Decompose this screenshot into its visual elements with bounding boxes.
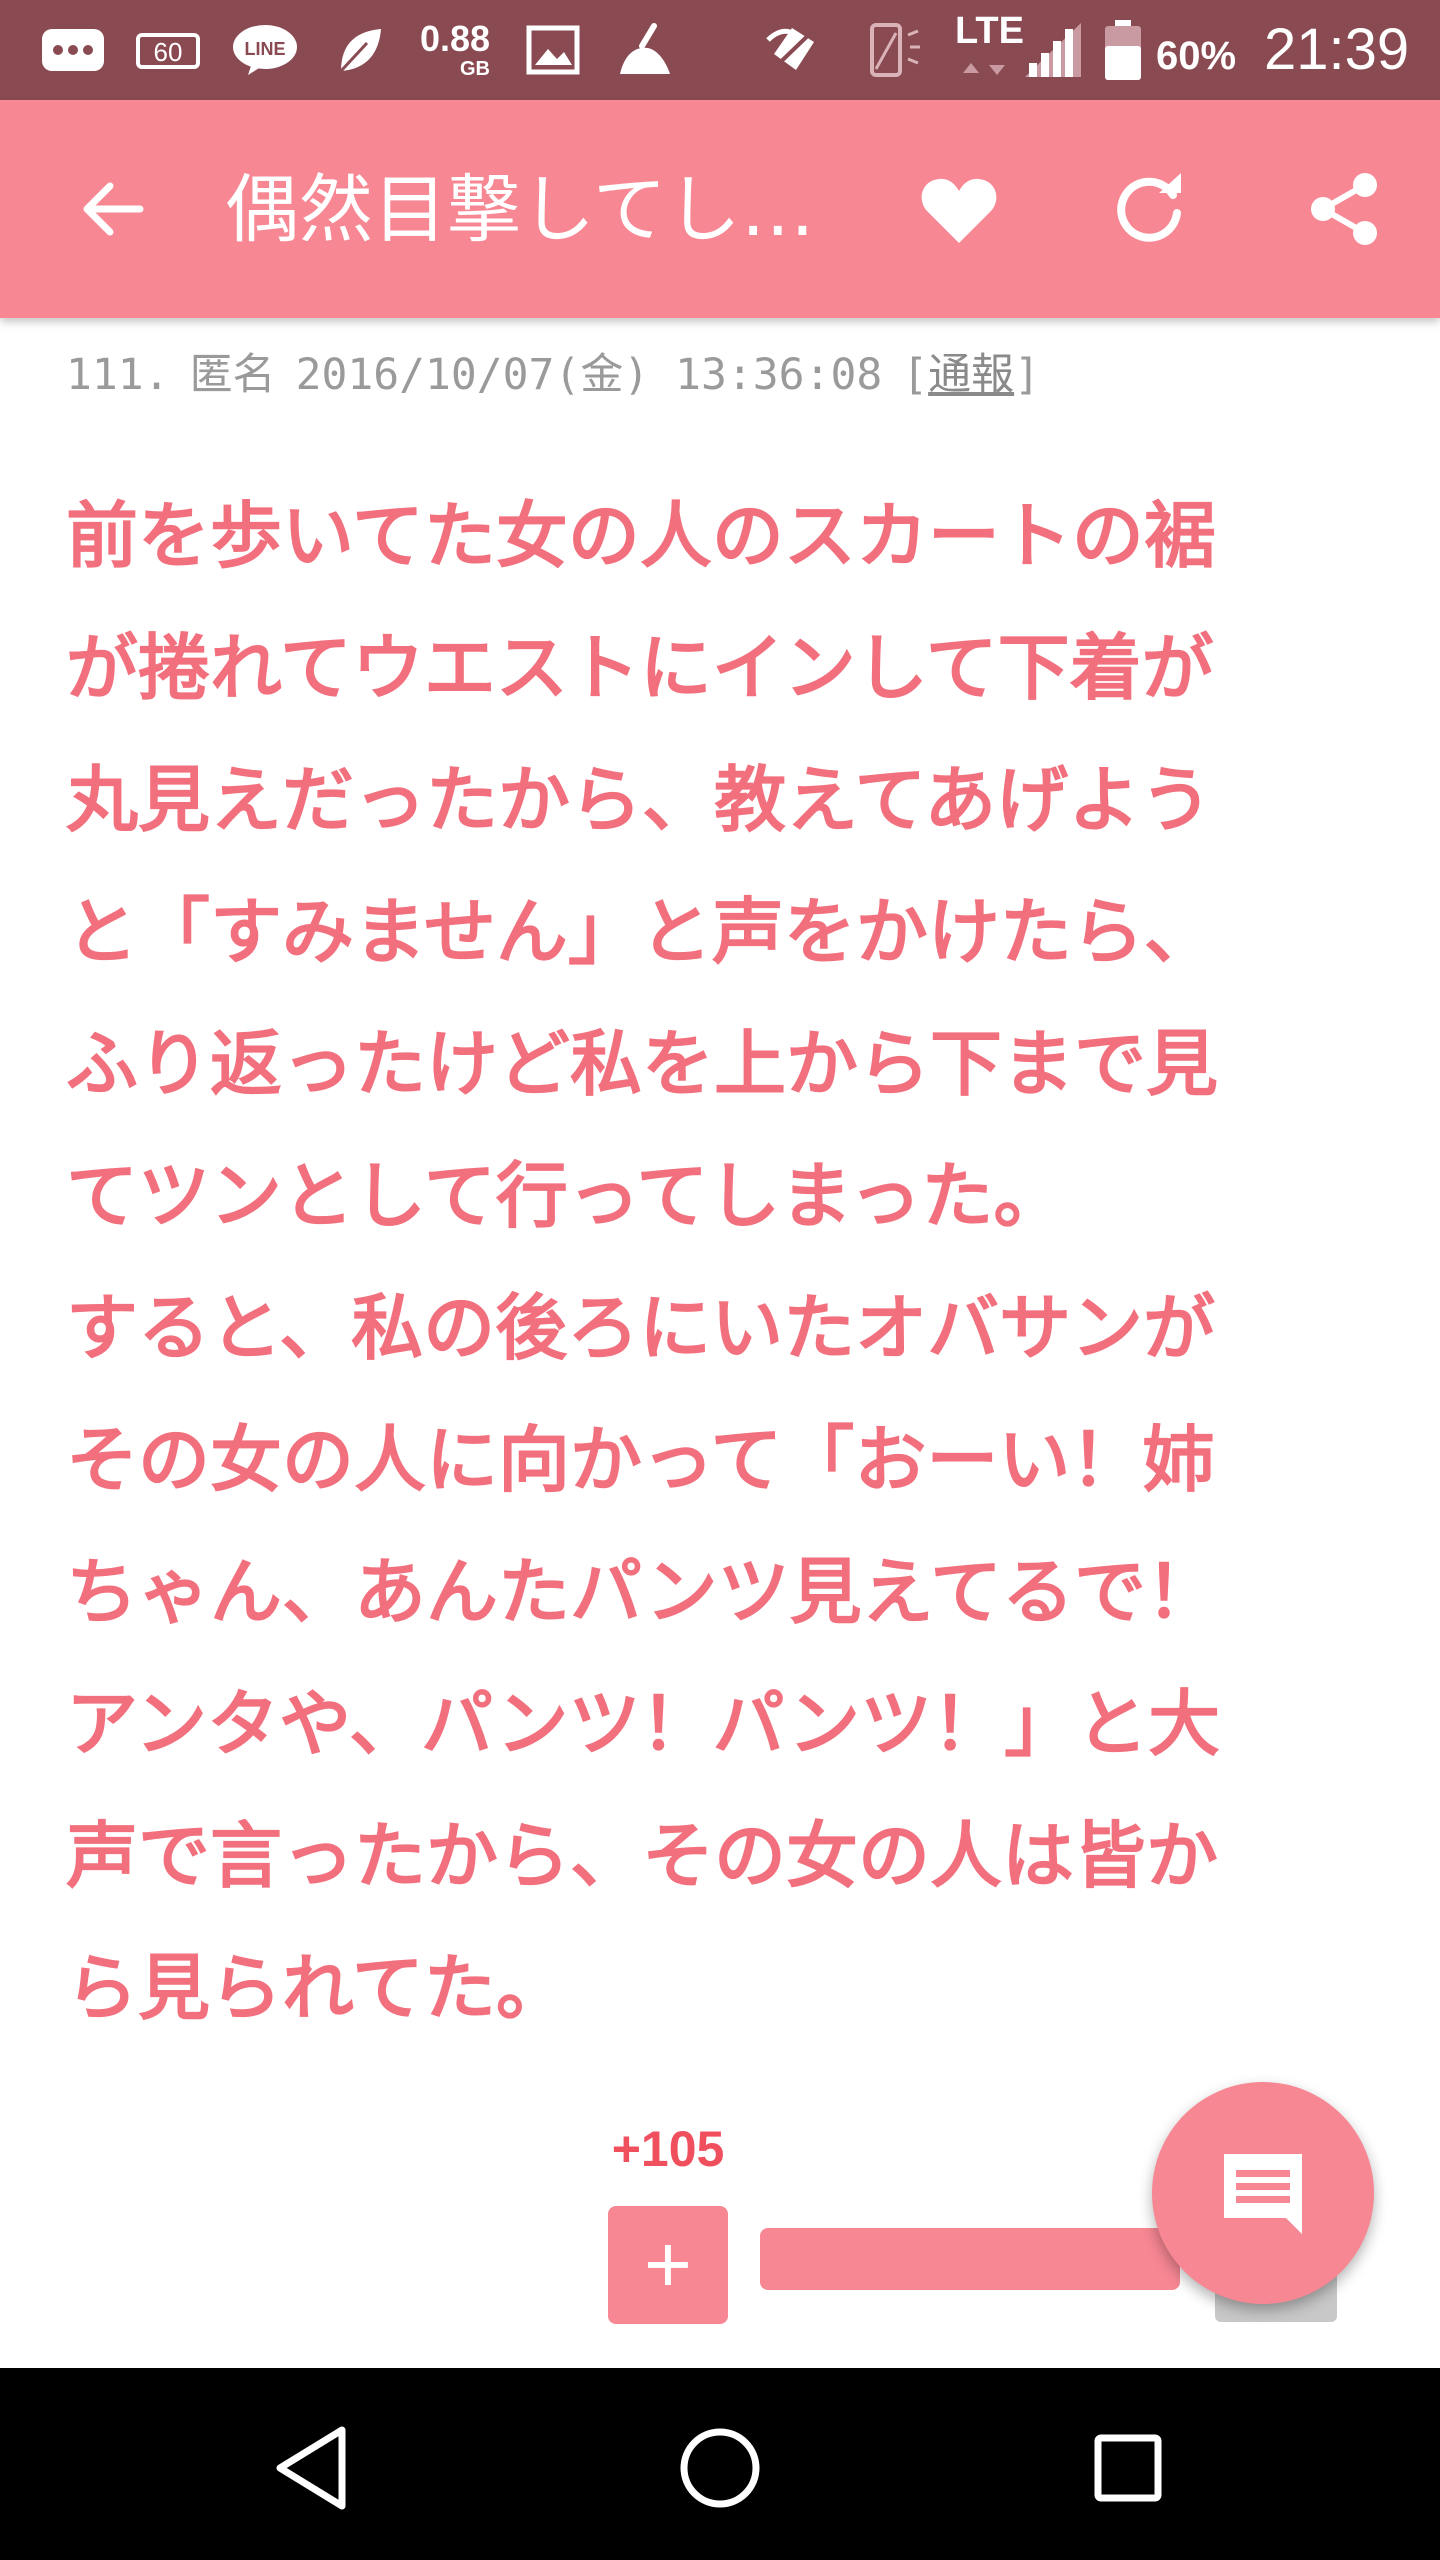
favorite-button[interactable]: [904, 154, 1014, 264]
status-bar: 60 LINE 0.88 GB LTE 60% 21:39: [0, 0, 1440, 100]
post-line: 丸見えだったから、教えてあげよう: [66, 758, 1213, 842]
heart-icon: [921, 178, 997, 243]
post-line: ら見られてた。: [66, 1946, 568, 2030]
page-title: 偶然目撃してし…: [225, 167, 815, 253]
battery-percent: 60%: [1156, 34, 1237, 78]
share-button[interactable]: [1290, 154, 1400, 264]
back-arrow-icon: [83, 182, 144, 236]
data-usage-value: 0.88: [420, 18, 491, 59]
report-link[interactable]: 通報: [928, 350, 1014, 400]
image-icon: [524, 22, 582, 78]
post-body: 前を歩いてた女の人のスカートの裾 が捲れてウエストにインして下着が 丸見えだった…: [66, 470, 1366, 2054]
post-line: アンタや、パンツ！パンツ！」と大: [66, 1682, 1221, 1766]
broom-icon: [612, 22, 680, 78]
phone-vibrate-icon: [862, 22, 926, 78]
post-line: すると、私の後ろにいたオバサンが: [66, 1286, 1216, 1370]
line-app-icon: LINE: [228, 22, 302, 78]
back-button[interactable]: [58, 154, 168, 264]
refresh-icon: [1117, 173, 1181, 242]
nav-back-icon: [276, 2426, 346, 2510]
app-toolbar: 偶然目撃してし…: [0, 100, 1440, 318]
refresh-button[interactable]: [1096, 154, 1206, 264]
leaf-icon: [330, 22, 390, 78]
system-nav-bar: [0, 2368, 1440, 2560]
post-line: てツンとして行ってしまった。: [66, 1154, 1066, 1238]
post-line: ふり返ったけど私を上から下まで見: [66, 1022, 1219, 1106]
post-line: 前を歩いてた女の人のスカートの裾: [66, 494, 1216, 578]
share-icon: [1311, 173, 1377, 245]
post-line: が捲れてウエストにインして下着が: [66, 626, 1214, 710]
post-line: 声で言ったから、その女の人は皆か: [66, 1814, 1219, 1898]
vote-count: +105: [611, 2121, 725, 2177]
nav-recents-icon: [1094, 2434, 1162, 2502]
data-usage-unit: GB: [460, 58, 490, 80]
vibrate-off-icon: [758, 22, 828, 78]
plus-vote-button[interactable]: +: [608, 2206, 728, 2324]
post-datetime: 2016/10/07(金) 13:36:08: [295, 350, 883, 400]
post-line: ちゃん、あんたパンツ見えてるで！: [66, 1550, 1219, 1634]
post-meta: 111. 匿名 2016/10/07(金) 13:36:08 [通報]: [66, 345, 1040, 405]
nav-recents-button[interactable]: [1068, 2408, 1188, 2528]
more-notifications-icon: [38, 22, 108, 78]
vote-ratio-bar: [760, 2228, 1180, 2290]
data-arrows-icon: [955, 58, 1015, 82]
nav-back-button[interactable]: [252, 2408, 372, 2528]
post-line: その女の人に向かって「おーい！姉: [66, 1418, 1215, 1502]
network-type: LTE: [955, 10, 1024, 52]
signal-icon: [1022, 22, 1084, 78]
sixty-icon: 60: [130, 22, 206, 78]
comment-icon: [1224, 2154, 1302, 2234]
post-number: 111.: [66, 350, 170, 400]
post-author: 匿名: [189, 350, 276, 400]
report-bracket-open: [: [902, 350, 929, 400]
battery-icon: [1102, 20, 1144, 80]
svg-text:60: 60: [154, 37, 183, 67]
svg-text:LINE: LINE: [244, 39, 285, 59]
nav-home-button[interactable]: [660, 2408, 780, 2528]
report-bracket-close: ]: [1014, 350, 1040, 400]
post-line: と「すみません」と声をかけたら、: [66, 890, 1216, 974]
nav-home-icon: [680, 2428, 760, 2508]
comment-fab-button[interactable]: [1152, 2082, 1374, 2304]
clock: 21:39: [1264, 17, 1410, 82]
